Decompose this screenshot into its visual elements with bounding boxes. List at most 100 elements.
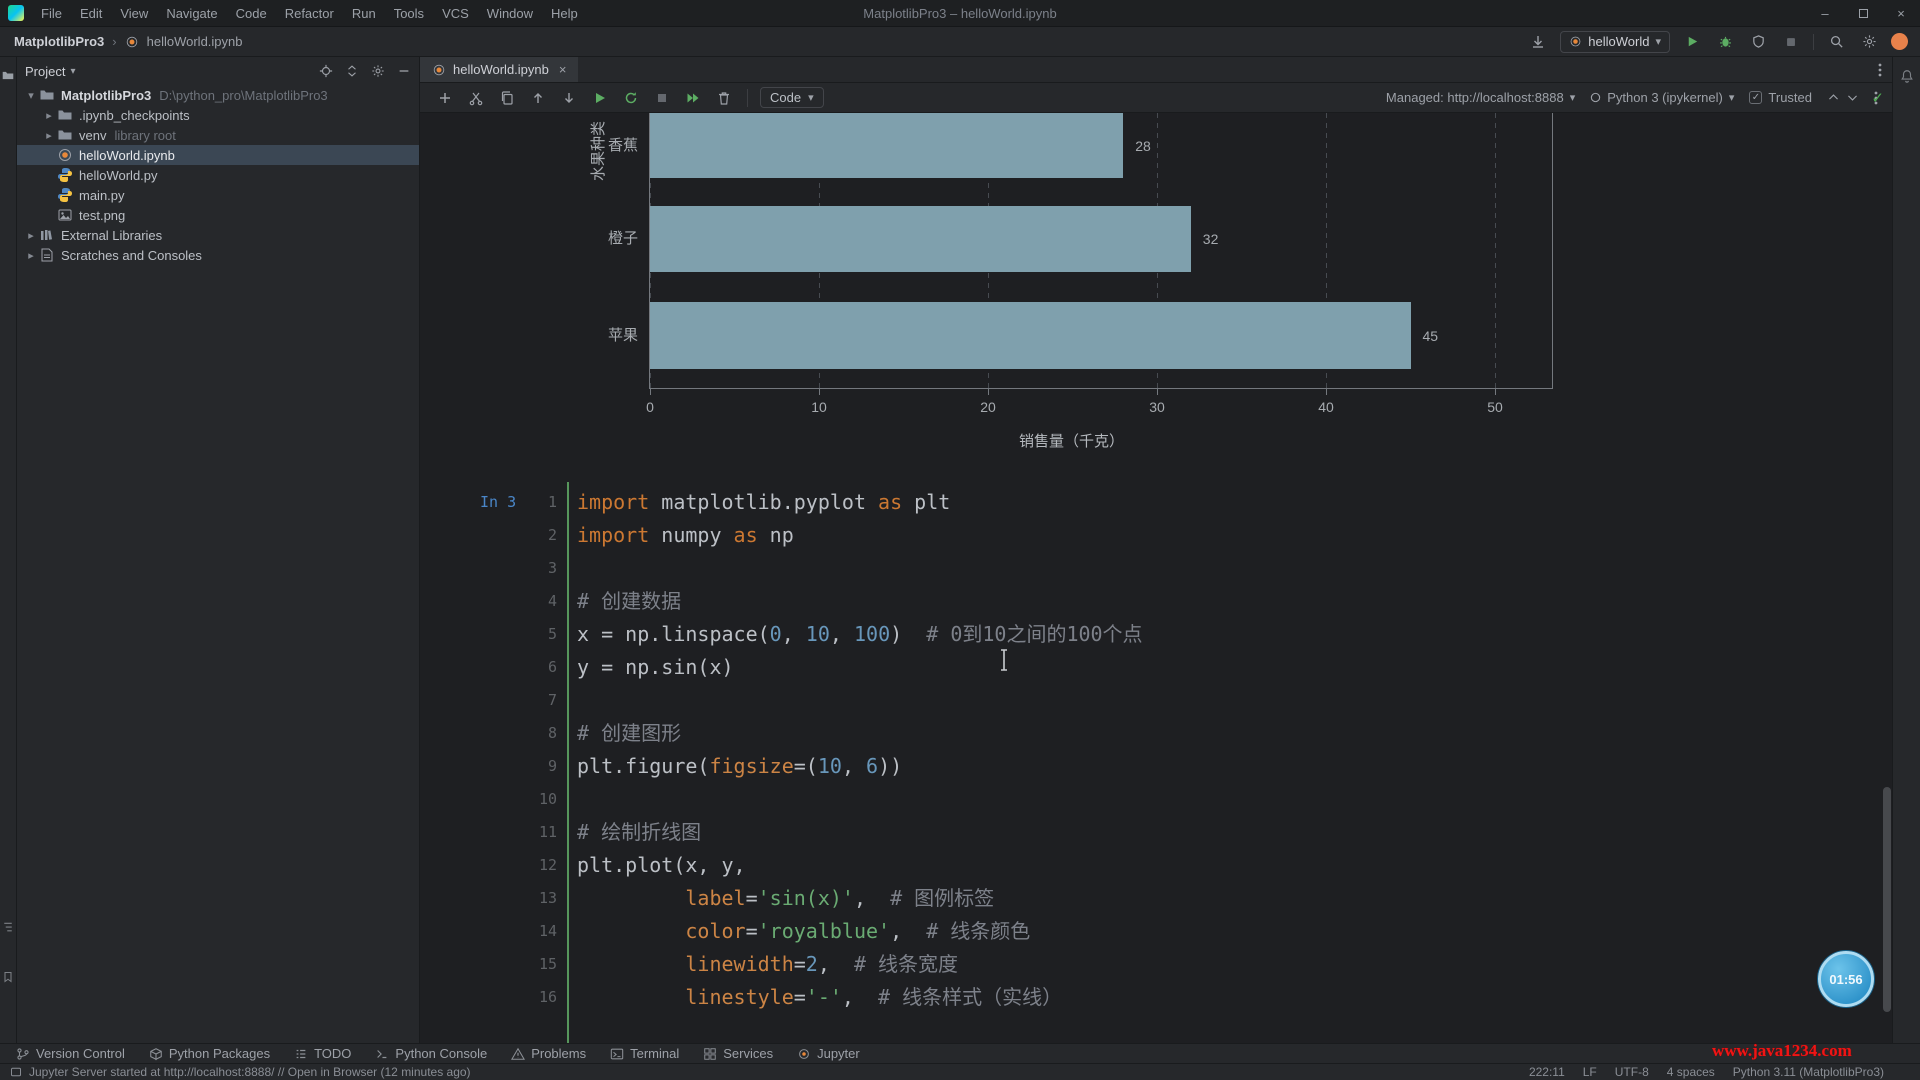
delete-cell-button[interactable] xyxy=(713,88,735,108)
bookmarks-toolwindow-button[interactable] xyxy=(2,971,14,983)
menu-edit[interactable]: Edit xyxy=(71,0,111,27)
maximize-button[interactable] xyxy=(1844,0,1882,27)
status-message[interactable]: Jupyter Server started at http://localho… xyxy=(29,1065,471,1079)
project-toolwindow-button[interactable] xyxy=(2,69,15,82)
notifications-button[interactable] xyxy=(1900,69,1914,83)
tree-item-scratches-and-consoles[interactable]: ▸Scratches and Consoles xyxy=(17,245,419,265)
cell-type-select[interactable]: Code ▾ xyxy=(760,87,824,108)
code-line-2[interactable]: 2import numpy as np xyxy=(420,519,1892,552)
coverage-button[interactable] xyxy=(1747,31,1769,53)
tree-item-test-png[interactable]: test.png xyxy=(17,205,419,225)
chevron-right-icon[interactable]: ▸ xyxy=(41,129,57,142)
toolwindow-python-packages[interactable]: Python Packages xyxy=(149,1046,270,1061)
menu-refactor[interactable]: Refactor xyxy=(276,0,343,27)
toolwindow-jupyter[interactable]: Jupyter xyxy=(797,1046,860,1061)
stop-execution-button[interactable] xyxy=(651,88,673,108)
inspection-ok-icon[interactable]: ✓ xyxy=(1871,89,1884,107)
menu-tools[interactable]: Tools xyxy=(385,0,433,27)
close-tab-icon[interactable]: × xyxy=(559,62,567,77)
chevron-right-icon[interactable]: ▸ xyxy=(23,229,39,242)
menu-help[interactable]: Help xyxy=(542,0,587,27)
code-line-5[interactable]: 5x = np.linspace(0, 10, 100) # 0到10之间的10… xyxy=(420,618,1892,651)
chevron-right-icon[interactable]: ▸ xyxy=(23,249,39,262)
cut-cell-button[interactable] xyxy=(465,88,487,108)
minimize-button[interactable]: – xyxy=(1806,0,1844,27)
toolwindow-python-console[interactable]: Python Console xyxy=(375,1046,487,1061)
toolwindow-problems[interactable]: Problems xyxy=(511,1046,586,1061)
code-line-6[interactable]: 6y = np.sin(x) xyxy=(420,651,1892,684)
chevron-right-icon[interactable]: ▸ xyxy=(41,109,57,122)
settings-button[interactable] xyxy=(1858,31,1880,53)
toolwindow-services[interactable]: Services xyxy=(703,1046,773,1061)
chevron-down-icon[interactable]: ▾ xyxy=(23,89,39,102)
move-cell-down-button[interactable] xyxy=(558,88,580,108)
project-panel-title[interactable]: Project xyxy=(25,64,65,79)
code-line-16[interactable]: 16 linestyle='-', # 线条样式（实线） xyxy=(420,981,1892,1014)
panel-settings-button[interactable] xyxy=(371,64,385,78)
close-button[interactable]: × xyxy=(1882,0,1920,27)
toolwindow-terminal[interactable]: Terminal xyxy=(610,1046,679,1061)
tree-item-matplotlibpro3[interactable]: ▾MatplotlibPro3D:\python_pro\MatplotlibP… xyxy=(17,85,419,105)
menu-vcs[interactable]: VCS xyxy=(433,0,478,27)
run-cell-button[interactable] xyxy=(589,88,611,108)
code-line-4[interactable]: 4# 创建数据 xyxy=(420,585,1892,618)
stop-button[interactable] xyxy=(1780,31,1802,53)
menu-code[interactable]: Code xyxy=(227,0,276,27)
indent-style[interactable]: 4 spaces xyxy=(1667,1065,1715,1079)
vcs-update-button[interactable] xyxy=(1527,31,1549,53)
code-line-11[interactable]: 11# 绘制折线图 xyxy=(420,816,1892,849)
code-line-15[interactable]: 15 linewidth=2, # 线条宽度 xyxy=(420,948,1892,981)
code-line-8[interactable]: 8# 创建图形 xyxy=(420,717,1892,750)
jupyter-server-select[interactable]: Managed: http://localhost:8888 ▾ xyxy=(1386,90,1575,105)
menu-window[interactable]: Window xyxy=(478,0,542,27)
code-cell[interactable]: In 31import matplotlib.pyplot as plt2imp… xyxy=(420,486,1892,1043)
structure-toolwindow-button[interactable] xyxy=(2,921,14,933)
restart-kernel-button[interactable] xyxy=(620,88,642,108)
tree-item-main-py[interactable]: main.py xyxy=(17,185,419,205)
code-line-14[interactable]: 14 color='royalblue', # 线条颜色 xyxy=(420,915,1892,948)
editor-scrollbar[interactable] xyxy=(1883,787,1891,1012)
search-everywhere-button[interactable] xyxy=(1825,31,1847,53)
code-line-13[interactable]: 13 label='sin(x)', # 图例标签 xyxy=(420,882,1892,915)
menu-navigate[interactable]: Navigate xyxy=(157,0,226,27)
copy-cell-button[interactable] xyxy=(496,88,518,108)
debug-button[interactable] xyxy=(1714,31,1736,53)
add-cell-button[interactable] xyxy=(434,88,456,108)
chevron-down-icon[interactable]: ▾ xyxy=(70,66,75,77)
file-encoding[interactable]: UTF-8 xyxy=(1615,1065,1649,1079)
kernel-select[interactable]: Python 3 (ipykernel) ▾ xyxy=(1590,90,1734,105)
notebook-viewport[interactable]: 水果种类 0102030405028香蕉32橙子45苹果 销售量（千克） In … xyxy=(420,113,1892,1043)
project-widget[interactable]: MatplotlibPro3 xyxy=(14,34,104,49)
tabbar-options-icon[interactable] xyxy=(1878,63,1882,77)
toolwindow-version-control[interactable]: Version Control xyxy=(16,1046,125,1061)
breadcrumb-file[interactable]: helloWorld.ipynb xyxy=(147,34,243,49)
code-line-1[interactable]: In 31import matplotlib.pyplot as plt xyxy=(420,486,1892,519)
caret-position[interactable]: 222:11 xyxy=(1529,1065,1565,1079)
code-line-9[interactable]: 9plt.figure(figsize=(10, 6)) xyxy=(420,750,1892,783)
code-line-3[interactable]: 3 xyxy=(420,552,1892,585)
code-line-7[interactable]: 7 xyxy=(420,684,1892,717)
code-line-12[interactable]: 12plt.plot(x, y, xyxy=(420,849,1892,882)
background-tasks-icon[interactable] xyxy=(10,1066,22,1078)
tree-item-helloworld-py[interactable]: helloWorld.py xyxy=(17,165,419,185)
hide-panel-button[interactable] xyxy=(397,64,411,78)
run-config-select[interactable]: helloWorld ▾ xyxy=(1560,31,1670,53)
user-avatar[interactable] xyxy=(1891,33,1908,50)
collapse-all-button[interactable] xyxy=(345,64,359,78)
tree-item-venv[interactable]: ▸venvlibrary root xyxy=(17,125,419,145)
trusted-checkbox[interactable]: ✓ Trusted xyxy=(1749,90,1812,105)
menu-view[interactable]: View xyxy=(111,0,157,27)
toolwindow-todo[interactable]: TODO xyxy=(294,1046,351,1061)
menu-run[interactable]: Run xyxy=(343,0,385,27)
expand-outputs-icon[interactable] xyxy=(1846,91,1859,104)
run-all-cells-button[interactable] xyxy=(682,88,704,108)
tree-item-helloworld-ipynb[interactable]: helloWorld.ipynb xyxy=(17,145,419,165)
python-interpreter[interactable]: Python 3.11 (MatplotlibPro3) xyxy=(1733,1065,1884,1079)
collapse-outputs-icon[interactable] xyxy=(1827,91,1840,104)
tree-item--ipynb-checkpoints[interactable]: ▸.ipynb_checkpoints xyxy=(17,105,419,125)
line-ending[interactable]: LF xyxy=(1583,1065,1597,1079)
locate-file-button[interactable] xyxy=(319,64,333,78)
tab-helloworld-ipynb[interactable]: helloWorld.ipynb × xyxy=(420,57,578,82)
code-line-10[interactable]: 10 xyxy=(420,783,1892,816)
menu-file[interactable]: File xyxy=(32,0,71,27)
